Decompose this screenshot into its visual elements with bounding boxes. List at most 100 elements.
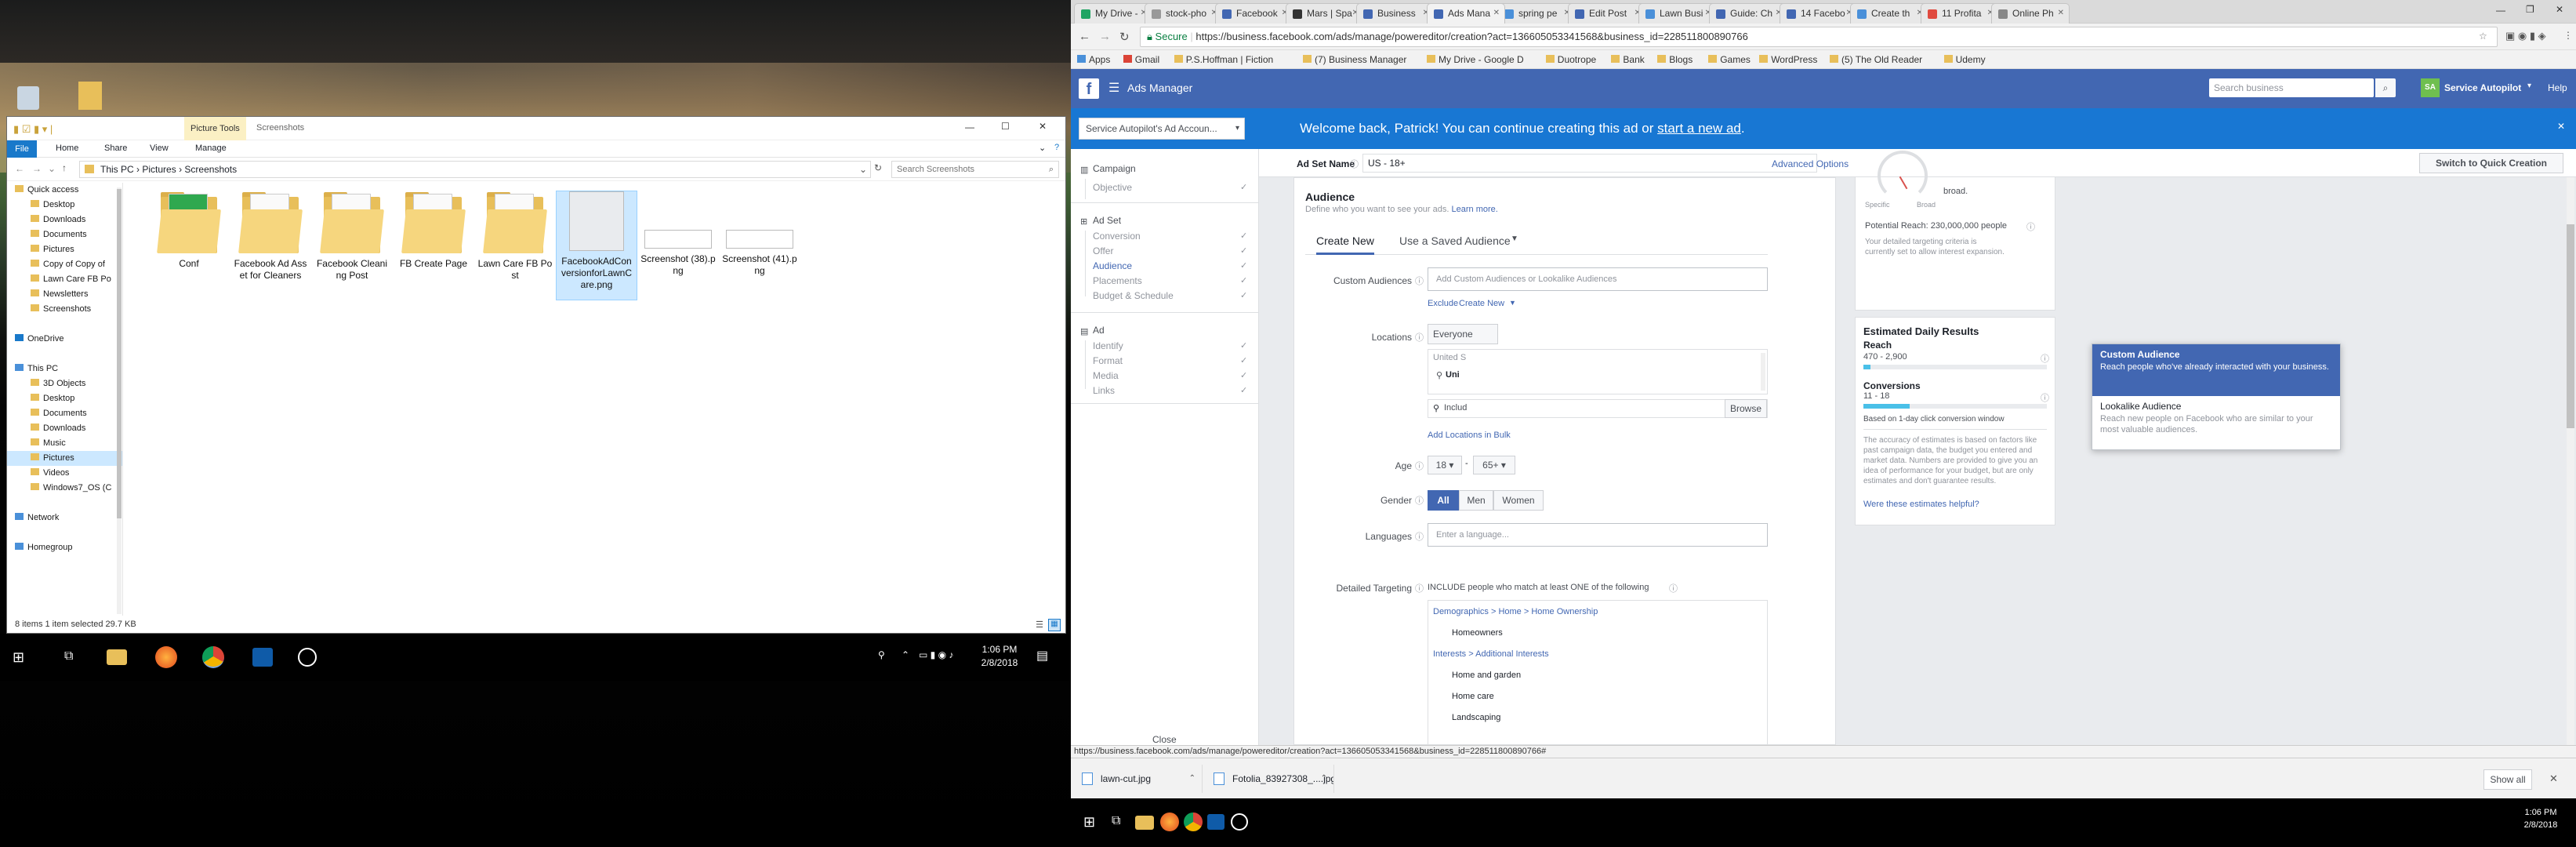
- bookmark-item[interactable]: Udemy: [1943, 50, 1986, 69]
- window-minimize-icon[interactable]: —: [2496, 5, 2505, 16]
- nav-item[interactable]: Desktop: [7, 391, 122, 406]
- scrollbar-thumb[interactable]: [117, 189, 122, 518]
- nav-item[interactable]: Homegroup: [7, 540, 122, 555]
- targeting-item[interactable]: Homeowners: [1452, 628, 1503, 638]
- nav-item[interactable]: 3D Objects: [7, 376, 122, 391]
- start-new-ad-link[interactable]: start a new ad: [1657, 121, 1741, 136]
- account-avatar[interactable]: SA: [2421, 78, 2440, 97]
- nav-item[interactable]: Music: [7, 436, 122, 451]
- file-item[interactable]: Facebook Cleaning Post: [311, 191, 393, 282]
- gender-all-button[interactable]: All: [1428, 490, 1459, 511]
- back-icon[interactable]: ←: [1079, 30, 1090, 43]
- firefox-taskbar-icon[interactable]: [155, 646, 177, 668]
- bookmark-item[interactable]: P.S.Hoffman | Fiction: [1174, 50, 1273, 69]
- gender-info-icon[interactable]: ⓘ: [1415, 494, 1424, 507]
- gender-men-button[interactable]: Men: [1459, 490, 1493, 511]
- bookmark-item[interactable]: (7) Business Manager: [1303, 50, 1406, 69]
- nav-adset-item[interactable]: Placements: [1093, 275, 1142, 286]
- details-view-icon[interactable]: ☰: [1036, 620, 1043, 630]
- window-restore-icon[interactable]: ❐: [2526, 4, 2534, 15]
- locations-audience-select[interactable]: Everyone: [1428, 324, 1498, 344]
- desktop-icon-folder[interactable]: [78, 82, 102, 110]
- task-view-icon[interactable]: ⧉: [64, 649, 73, 663]
- nav-item[interactable]: Lawn Care FB Po: [7, 272, 122, 287]
- nav-item[interactable]: Windows7_OS (C: [7, 481, 122, 496]
- browser-tab[interactable]: Business ✕: [1356, 3, 1435, 24]
- help-icon[interactable]: ?: [1054, 143, 1059, 152]
- page-scrollbar-thumb[interactable]: [2567, 224, 2574, 428]
- path-this-pc[interactable]: This PC: [100, 164, 134, 175]
- right-task-view-icon[interactable]: ⧉: [1112, 814, 1120, 828]
- bookmark-item[interactable]: Gmail: [1123, 50, 1159, 69]
- page-scrollbar[interactable]: [2567, 177, 2574, 745]
- reload-icon[interactable]: ↻: [1119, 30, 1130, 44]
- create-new-link[interactable]: Create New: [1459, 299, 1504, 308]
- ribbon-tab-view[interactable]: View: [150, 144, 169, 153]
- tab-create-new[interactable]: Create New: [1316, 234, 1374, 255]
- tab-close-icon[interactable]: ✕: [2058, 4, 2064, 23]
- languages-input[interactable]: Enter a language...: [1428, 523, 1768, 547]
- nav-campaign-objective[interactable]: Objective: [1093, 182, 1132, 193]
- bookmark-item[interactable]: Games: [1708, 50, 1751, 69]
- browser-tab[interactable]: Lawn Busi ✕: [1638, 3, 1717, 24]
- tray-network-icons[interactable]: ▭ ▮ ◉ ♪: [919, 649, 953, 660]
- browser-tab[interactable]: Create th ✕: [1850, 3, 1928, 24]
- tray-up-chevron-icon[interactable]: ⌃: [902, 649, 909, 660]
- business-search-input[interactable]: Search business: [2209, 78, 2374, 97]
- reach-info-icon[interactable]: ⓘ: [2041, 352, 2049, 365]
- nav-ad-item[interactable]: Format: [1093, 355, 1123, 366]
- right-app-icon[interactable]: [1231, 813, 1248, 831]
- saved-audience-chevron-icon[interactable]: ▼: [1511, 234, 1518, 243]
- nav-adset-item[interactable]: Audience: [1093, 260, 1132, 271]
- browse-button[interactable]: Browse: [1725, 399, 1767, 418]
- right-outlook-icon[interactable]: [1207, 814, 1225, 830]
- nav-adset-item[interactable]: Offer: [1093, 245, 1113, 256]
- extension-icons[interactable]: ▣ ◉ ▮ ◈: [2505, 30, 2546, 42]
- maximize-icon[interactable]: ☐: [1001, 121, 1010, 132]
- browser-tab[interactable]: stock-pho ✕: [1145, 3, 1223, 24]
- create-new-chevron-icon[interactable]: ▼: [1509, 299, 1516, 307]
- custom-audiences-info-icon[interactable]: ⓘ: [1415, 274, 1424, 287]
- targeting-item[interactable]: Home care: [1452, 692, 1494, 701]
- facebook-logo-icon[interactable]: f: [1079, 78, 1099, 99]
- download-chevron-icon[interactable]: ⌃: [1321, 765, 1327, 793]
- locations-info-icon[interactable]: ⓘ: [1415, 331, 1424, 344]
- detailed-targeting-desc-info-icon[interactable]: ⓘ: [1669, 582, 1678, 594]
- forward-arrow-icon[interactable]: →: [32, 163, 42, 174]
- right-firefox-icon[interactable]: [1160, 812, 1179, 831]
- ad-set-name-input[interactable]: US - 18+: [1362, 154, 1817, 173]
- nav-adset-item[interactable]: Conversion: [1093, 231, 1141, 242]
- nav-item[interactable]: This PC: [7, 362, 122, 376]
- nav-item[interactable]: Desktop: [7, 198, 122, 213]
- targeting-item[interactable]: Landscaping: [1452, 713, 1500, 722]
- expand-ribbon-icon[interactable]: ⌄: [1039, 143, 1046, 153]
- dropdown-custom-audience[interactable]: Custom Audience Reach people who've alre…: [2092, 344, 2340, 396]
- nav-ad[interactable]: Ad: [1093, 325, 1105, 336]
- path-pictures[interactable]: Pictures: [142, 164, 176, 175]
- file-item[interactable]: Screenshot (41).png: [719, 191, 800, 277]
- back-arrow-icon[interactable]: ←: [15, 163, 24, 174]
- tab-close-icon[interactable]: ✕: [1493, 4, 1500, 23]
- browser-tab[interactable]: Edit Post ✕: [1568, 3, 1646, 24]
- ribbon-tab-share[interactable]: Share: [104, 144, 127, 153]
- downloads-close-icon[interactable]: ✕: [2549, 772, 2558, 785]
- quick-access-toolbar-icons[interactable]: ▮ ☑ ▮ ▾ |: [13, 123, 53, 136]
- file-item[interactable]: Lawn Care FB Post: [474, 191, 556, 282]
- conversions-info-icon[interactable]: ⓘ: [2041, 391, 2049, 404]
- window-close-icon[interactable]: ✕: [2556, 4, 2563, 15]
- bookmark-item[interactable]: My Drive - Google D: [1427, 50, 1524, 69]
- left-clock[interactable]: 1:06 PM 2/8/2018: [972, 643, 1027, 670]
- help-label[interactable]: Help: [2548, 82, 2567, 93]
- show-all-button[interactable]: Show all: [2483, 769, 2532, 790]
- chrome-taskbar-icon[interactable]: [202, 646, 224, 668]
- browser-tab[interactable]: My Drive - ✕: [1074, 3, 1152, 24]
- search-button-icon[interactable]: ⌕: [2375, 78, 2396, 97]
- forward-icon[interactable]: →: [1099, 30, 1111, 43]
- address-dropdown-icon[interactable]: ⌄: [859, 162, 867, 177]
- search-box[interactable]: Search Screenshots ⌕: [891, 161, 1059, 178]
- start-windows-icon[interactable]: ⊞: [13, 649, 24, 666]
- path-screenshots[interactable]: Screenshots: [184, 164, 237, 175]
- nav-ad-item[interactable]: Identify: [1093, 340, 1123, 351]
- nav-item[interactable]: Copy of Copy of: [7, 257, 122, 272]
- nav-item[interactable]: Newsletters: [7, 287, 122, 302]
